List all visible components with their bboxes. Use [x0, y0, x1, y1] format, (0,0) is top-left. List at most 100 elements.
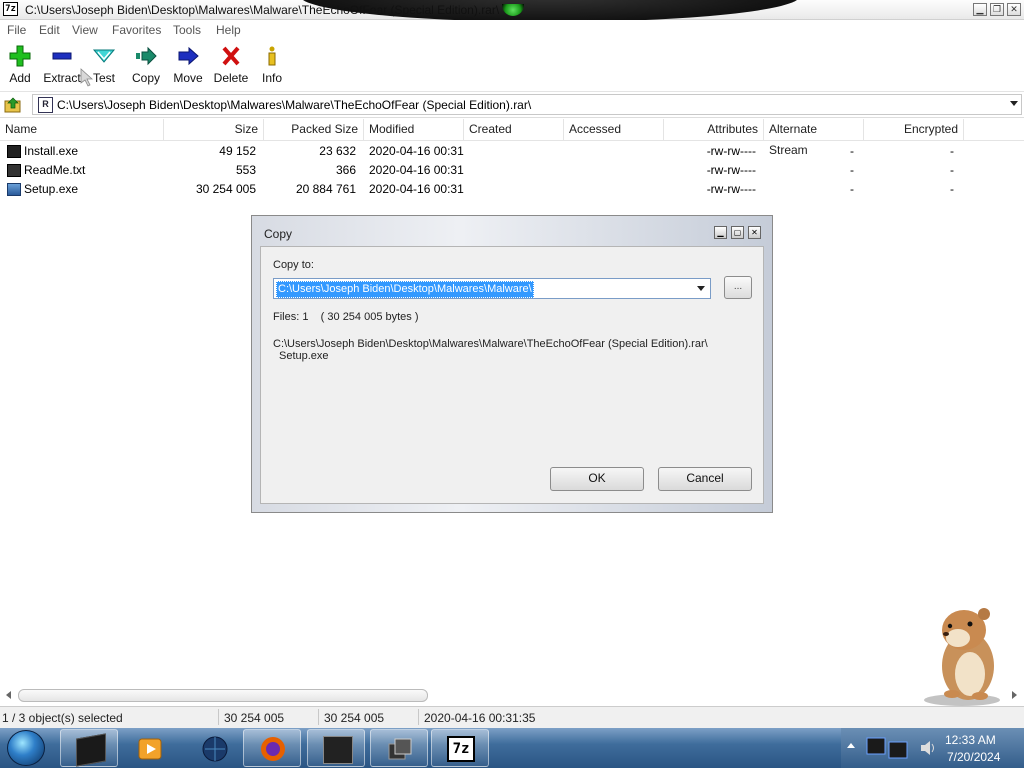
dialog-minimize-button[interactable]: ▁: [714, 226, 727, 239]
taskbar-app-browser[interactable]: [185, 729, 243, 767]
ok-button[interactable]: OK: [550, 467, 644, 491]
info-label: Info: [261, 71, 282, 85]
address-path: C:\Users\Joseph Biden\Desktop\Malwares\M…: [57, 98, 532, 112]
add-icon: [8, 45, 32, 67]
menu-tools[interactable]: Tools: [173, 23, 201, 37]
maximize-button[interactable]: ❐: [990, 3, 1004, 16]
file-alt-stream: -: [850, 182, 854, 196]
file-list-header: Name Size Packed Size Modified Created A…: [0, 119, 1024, 157]
column-size[interactable]: Size: [164, 119, 264, 140]
hamster-desktop-pet: [924, 608, 1000, 706]
file-encrypted: -: [950, 182, 954, 196]
extract-button[interactable]: Extract: [40, 43, 84, 89]
table-row[interactable]: Install.exe 49 152 23 632 2020-04-16 00:…: [0, 142, 1024, 161]
stacked-windows-icon: [388, 738, 412, 760]
file-modified: 2020-04-16 00:31: [369, 163, 464, 177]
start-button[interactable]: [7, 730, 45, 766]
folder-up-button[interactable]: [4, 96, 22, 114]
taskbar-app-explorer[interactable]: [370, 729, 428, 767]
address-dropdown-icon[interactable]: [1010, 101, 1018, 106]
delete-label: Delete: [213, 71, 249, 85]
destination-path-combobox[interactable]: C:\Users\Joseph Biden\Desktop\Malwares\M…: [273, 278, 711, 299]
column-accessed[interactable]: Accessed: [564, 119, 664, 140]
clock-time[interactable]: 12:33 AM: [945, 733, 996, 747]
column-modified[interactable]: Modified: [364, 119, 464, 140]
move-label: Move: [173, 71, 203, 85]
browse-button[interactable]: ...: [724, 276, 752, 299]
close-button[interactable]: ✕: [1007, 3, 1021, 16]
title-bar: 7z C:\Users\Joseph Biden\Desktop\Malware…: [0, 0, 1024, 22]
show-hidden-icons-icon[interactable]: [847, 743, 855, 748]
test-icon: [92, 45, 116, 67]
menu-edit[interactable]: Edit: [39, 23, 60, 37]
network-icon[interactable]: [865, 734, 911, 762]
info-button[interactable]: Info: [250, 43, 294, 89]
taskbar-app-7zip[interactable]: 7z: [431, 729, 489, 767]
column-created[interactable]: Created: [464, 119, 564, 140]
column-encrypted[interactable]: Encrypted: [864, 119, 964, 140]
file-attributes: -rw-rw----: [706, 163, 756, 177]
column-attributes[interactable]: Attributes: [664, 119, 764, 140]
status-size: 30 254 005: [224, 711, 285, 725]
copy-icon: [134, 45, 158, 67]
destination-path-value[interactable]: C:\Users\Joseph Biden\Desktop\Malwares\M…: [276, 281, 534, 298]
mouse-cursor-icon: [80, 68, 94, 87]
volume-icon[interactable]: [919, 740, 937, 756]
delete-button[interactable]: Delete: [209, 43, 253, 89]
horizontal-scrollbar[interactable]: [0, 687, 1024, 703]
file-name: Setup.exe: [24, 182, 79, 196]
add-button[interactable]: Add: [0, 43, 42, 89]
move-button[interactable]: Move: [166, 43, 210, 89]
taskbar-app-firefox[interactable]: [243, 729, 301, 767]
file-alt-stream: -: [850, 163, 854, 177]
clock-date[interactable]: 7/20/2024: [947, 750, 1000, 764]
chevron-down-icon[interactable]: [697, 286, 705, 291]
column-packed-size[interactable]: Packed Size: [264, 119, 364, 140]
window-title: C:\Users\Joseph Biden\Desktop\Malwares\M…: [25, 3, 500, 17]
table-row[interactable]: ReadMe.txt 553 366 2020-04-16 00:31 -rw-…: [0, 161, 1024, 180]
scrollbar-thumb[interactable]: [18, 689, 428, 702]
file-modified: 2020-04-16 00:31: [369, 182, 464, 196]
globe-icon: [202, 736, 228, 762]
menu-favorites[interactable]: Favorites: [112, 23, 161, 37]
file-encrypted: -: [950, 144, 954, 158]
file-name: ReadMe.txt: [24, 163, 86, 177]
terminal-icon: [76, 733, 106, 767]
file-size: 30 254 005: [195, 182, 256, 196]
info-icon: [260, 45, 284, 67]
minimize-button[interactable]: ▁: [973, 3, 987, 16]
file-name: Install.exe: [24, 144, 79, 158]
file-size: 49 152: [219, 144, 256, 158]
dialog-maximize-button[interactable]: ▢: [731, 226, 744, 239]
file-size: 553: [235, 163, 256, 177]
firefox-icon: [261, 737, 285, 761]
status-separator: [418, 709, 419, 725]
taskbar-app-window[interactable]: [307, 729, 365, 767]
copy-button[interactable]: Copy: [124, 43, 168, 89]
folder-up-icon: [4, 97, 21, 113]
window-icon: [323, 736, 353, 764]
menu-view[interactable]: View: [72, 23, 98, 37]
file-modified: 2020-04-16 00:31: [369, 144, 464, 158]
column-name[interactable]: Name: [0, 119, 164, 140]
7zip-app-icon[interactable]: 7z: [3, 2, 18, 16]
taskbar-app-media[interactable]: [120, 729, 178, 767]
table-row[interactable]: Setup.exe 30 254 005 20 884 761 2020-04-…: [0, 180, 1024, 199]
column-alternate-stream[interactable]: Alternate Stream: [764, 119, 864, 157]
scroll-left-icon[interactable]: [6, 691, 11, 699]
7zip-icon: 7z: [447, 736, 475, 762]
dialog-close-button[interactable]: ✕: [748, 226, 761, 239]
address-field[interactable]: R C:\Users\Joseph Biden\Desktop\Malwares…: [32, 94, 1022, 115]
taskbar-app-cmd[interactable]: [60, 729, 118, 767]
extract-label: Extract: [43, 71, 81, 85]
dialog-body: Copy to: C:\Users\Joseph Biden\Desktop\M…: [260, 246, 764, 504]
taskbar: 7z 12:33 AM 7/20/2024: [0, 728, 1024, 768]
files-info: Files: 1 ( 30 254 005 bytes ): [273, 311, 419, 323]
menu-file[interactable]: File: [7, 23, 26, 37]
file-packed-size: 366: [335, 163, 356, 177]
delete-icon: [219, 45, 243, 67]
source-file: Setup.exe: [279, 350, 329, 362]
cancel-button[interactable]: Cancel: [658, 467, 752, 491]
menu-help[interactable]: Help: [216, 23, 241, 37]
status-bar: 1 / 3 object(s) selected 30 254 005 30 2…: [0, 706, 1024, 728]
